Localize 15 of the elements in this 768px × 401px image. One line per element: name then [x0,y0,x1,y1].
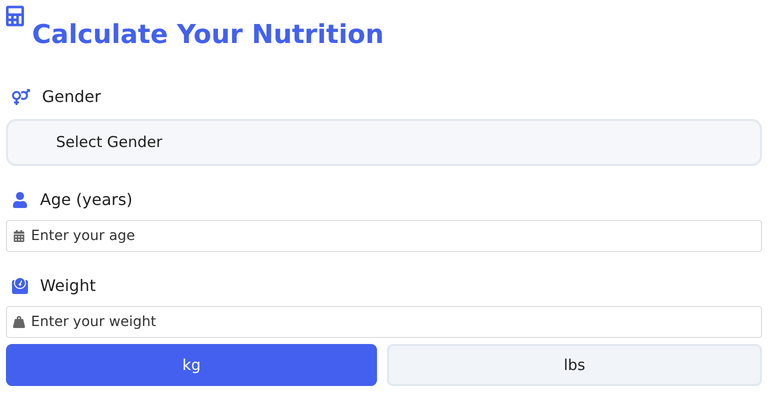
scale-icon [12,278,28,294]
field-label: Gender [42,86,101,108]
age-field[interactable]: Enter your age [6,220,762,252]
unit-toggle[interactable]: kg [6,344,377,386]
page-title: Calculate Your Nutrition [32,19,384,52]
weight-icon [13,316,25,328]
field-label: Weight [40,275,96,297]
field-label: Age (years) [40,189,133,211]
gender-select[interactable]: Select Gender [6,119,762,166]
calendar-icon [13,230,25,242]
weight-field[interactable]: Enter your weight [6,306,762,338]
calculator-icon [6,4,24,28]
person-icon [12,192,28,208]
gender-icon [12,88,30,106]
unit-toggle[interactable]: lbs [387,344,762,386]
